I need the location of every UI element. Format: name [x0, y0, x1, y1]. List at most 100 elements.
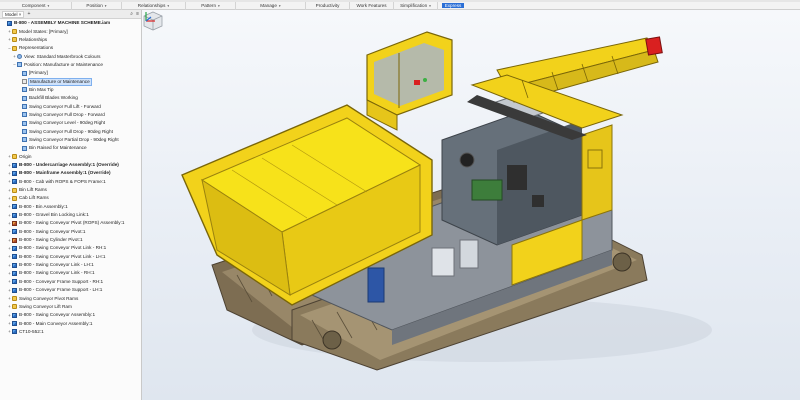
tree-item[interactable]: + B-800 - Mainframe Assembly:1 (Override) — [0, 169, 142, 177]
tree-item-label: B-800 - Swing Cylinder Pivot:1 — [19, 237, 83, 243]
operator-cab — [366, 31, 453, 131]
tree-item-label: Swing Conveyor Full Lift - Forward — [29, 103, 101, 109]
tree-item[interactable]: B-800 - ASSEMBLY MACHINE SCHEME.iam — [0, 19, 142, 27]
ribbon: Component ▾ Position ▾ Relationships ▾ Patt… — [0, 0, 800, 10]
folder-icon — [12, 29, 17, 35]
tree-item[interactable]: + Bin Lift Rams — [0, 186, 142, 194]
position-icon — [22, 112, 27, 118]
tree-item[interactable]: + B-800 - Cab with ROPS & FOPS Frame:1 — [0, 178, 142, 186]
tree-item[interactable]: + Cab Lift Rams — [0, 194, 142, 202]
chevron-down-icon: ▾ — [47, 3, 50, 8]
tree-item[interactable]: [Primary] — [0, 69, 142, 77]
assembly-icon — [12, 262, 17, 268]
tree-item-label: Model States: [Primary] — [19, 28, 68, 34]
tree-item-label: B-800 - Mainframe Assembly:1 (Override) — [19, 170, 111, 176]
tree-item[interactable]: + Relationships — [0, 36, 142, 44]
tree-item-label: B-800 - Swing Conveyor Assembly:1 — [19, 312, 96, 318]
tree-item[interactable]: + CT10-552:1 — [0, 328, 142, 336]
assembly-red-icon — [12, 220, 17, 226]
tree-item[interactable]: − Representations — [0, 44, 142, 52]
tree-item[interactable]: Swing Conveyor Level - 90deg Right — [0, 119, 142, 127]
tree-item[interactable]: + B-800 - Swing Conveyor Pivot (ROPS) Ass… — [0, 219, 142, 227]
menu-icon[interactable]: ≡ — [136, 11, 139, 17]
tree-item-label: CT10-552:1 — [19, 328, 44, 334]
tree-item-label: Swing Conveyor Partial Drop - 90deg Righ… — [29, 136, 119, 142]
tree-item[interactable]: + Model States: [Primary] — [0, 27, 142, 35]
tree-item-label: Swing Conveyor Full Drop - 90deg Right — [29, 128, 113, 134]
ribbon-group-simplification[interactable]: Simplification ▾ — [394, 1, 438, 10]
folder-icon — [12, 195, 17, 201]
tree-item[interactable]: − Position: Manufacture or Maintenance — [0, 61, 142, 69]
tree-item[interactable]: + B-800 - Swing Conveyor Pivot Link - LH:… — [0, 253, 142, 261]
tree-item-label: Origin — [19, 153, 32, 159]
assembly-icon — [12, 212, 17, 218]
check-icon — [22, 79, 27, 85]
graphics-viewport[interactable] — [142, 10, 800, 400]
tree-item-label: Bin Max Tip — [29, 86, 54, 92]
tree-item-label: B-800 - Gravel Bin Locking Link:1 — [19, 212, 89, 218]
tree-item-label: B-800 - Swing Conveyor Pivot Link - LH:1 — [19, 253, 106, 259]
ribbon-group-work-features[interactable]: Work Features — [350, 1, 394, 10]
assembly-model-render[interactable] — [142, 10, 800, 400]
tree-item-label: B-800 - Swing Conveyor Link - LH:1 — [19, 262, 94, 268]
folder-icon — [12, 154, 17, 160]
tree-item[interactable]: Swing Conveyor Full Drop - 90deg Right — [0, 127, 142, 135]
tree-item[interactable]: + B-800 - Swing Conveyor Link - RH:1 — [0, 269, 142, 277]
assembly-icon — [7, 20, 12, 26]
tree-item[interactable]: + Swing Conveyor Lift Ram — [0, 303, 142, 311]
model-browser-panel: Model × + ⌕ ≡ B-800 - ASSEMBLY MACHINE S… — [0, 10, 142, 400]
ribbon-group-relationships[interactable]: Relationships ▾ — [122, 1, 186, 10]
close-icon[interactable]: × — [19, 12, 22, 17]
tree-item[interactable]: + B-800 - Bin Assembly:1 — [0, 203, 142, 211]
tree-item-label: Manufacture or Maintenance — [28, 77, 92, 86]
search-icon[interactable]: ⌕ — [130, 11, 133, 17]
tree-item[interactable]: + B-800 - Gravel Bin Locking Link:1 — [0, 211, 142, 219]
tree-item-label: Cab Lift Rams — [19, 195, 49, 201]
tree-item-label: Swing Conveyor Lift Ram — [19, 303, 72, 309]
tree-item[interactable]: Bin Max Tip — [0, 86, 142, 94]
tree-item[interactable]: + B-800 - Conveyor Frame Support - LH:1 — [0, 286, 142, 294]
tree-item[interactable]: + B-800 - Swing Conveyor Pivot Link - RH:… — [0, 244, 142, 252]
ribbon-group-component[interactable]: Component ▾ — [0, 1, 72, 10]
tree-item-label: [Primary] — [29, 70, 48, 76]
position-icon — [22, 137, 27, 143]
assembly-icon — [12, 170, 17, 176]
assembly-icon — [12, 254, 17, 260]
tree-item[interactable]: + B-800 - Undercarriage Assembly:1 (Overr… — [0, 161, 142, 169]
ribbon-group-pattern[interactable]: Pattern ▾ — [186, 1, 236, 10]
tree-item[interactable]: + B-800 - Conveyor Frame Support - RH:1 — [0, 278, 142, 286]
tree-item[interactable]: + Origin — [0, 153, 142, 161]
tree-item-label: B-800 - Undercarriage Assembly:1 (Overri… — [19, 162, 119, 168]
position-icon — [22, 95, 27, 101]
assembly-icon — [12, 329, 17, 335]
tree-item[interactable]: Bin Raised for Maintenance — [0, 144, 142, 152]
tree-item[interactable]: + B-800 - Main Conveyor Assembly:1 — [0, 319, 142, 327]
ribbon-group-productivity[interactable]: Productivity — [306, 1, 350, 10]
chevron-down-icon: ▾ — [104, 3, 107, 8]
tree-item[interactable]: Swing Conveyor Full Drop - Forward — [0, 111, 142, 119]
position-icon — [22, 145, 27, 151]
tree-item[interactable]: + B-800 - Swing Cylinder Pivot:1 — [0, 236, 142, 244]
ribbon-group-express[interactable]: Express — [438, 2, 468, 10]
axis-triad-icon — [145, 12, 155, 22]
tree-item[interactable]: + View: Standard Masterbrook Colours — [0, 52, 142, 60]
tree-item-label: Bin Raised for Maintenance — [29, 145, 87, 151]
red-marker — [414, 80, 420, 85]
assembly-icon — [12, 162, 17, 168]
tree-item[interactable]: + B-800 - Swing Conveyor Link - LH:1 — [0, 261, 142, 269]
tree-item[interactable]: Backfill Blades Working — [0, 94, 142, 102]
tree-item[interactable]: Manufacture or Maintenance — [0, 77, 142, 86]
tree-item-label: B-800 - Swing Conveyor Pivot:1 — [19, 228, 86, 234]
add-tab-icon[interactable]: + — [27, 11, 30, 17]
tree-item[interactable]: + B-800 - Swing Conveyor Pivot:1 — [0, 228, 142, 236]
tree-item[interactable]: + Swing Conveyor Pivot Rams — [0, 294, 142, 302]
ribbon-group-manage[interactable]: Manage ▾ — [236, 1, 306, 10]
position-icon — [22, 87, 27, 93]
tree-item[interactable]: + B-800 - Swing Conveyor Assembly:1 — [0, 311, 142, 319]
browser-tab-model[interactable]: Model × — [2, 10, 25, 18]
tree-item[interactable]: Swing Conveyor Full Lift - Forward — [0, 102, 142, 110]
tree-item-label: B-800 - Main Conveyor Assembly:1 — [19, 320, 93, 326]
tree-item[interactable]: Swing Conveyor Partial Drop - 90deg Righ… — [0, 136, 142, 144]
position-icon — [22, 120, 27, 126]
ribbon-group-position[interactable]: Position ▾ — [72, 1, 122, 10]
